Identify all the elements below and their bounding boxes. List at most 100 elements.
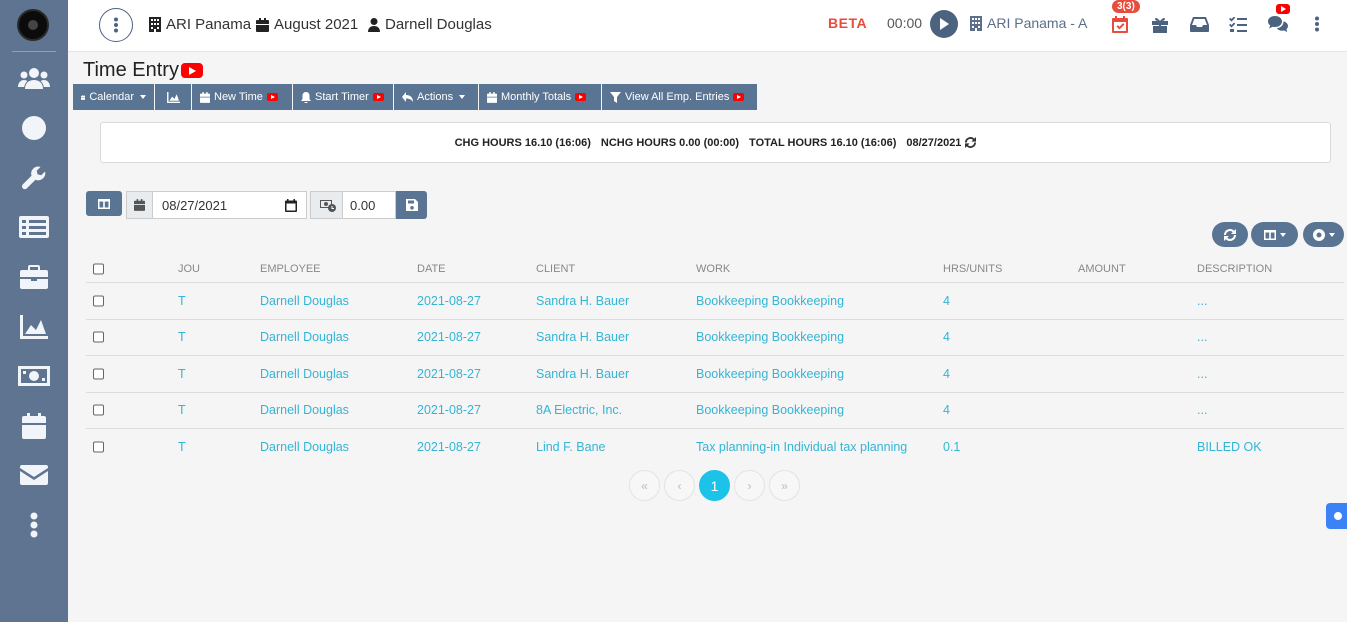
cell-date[interactable]: 2021-08-27 (417, 403, 481, 417)
cell-description[interactable]: BILLED OK (1197, 440, 1262, 454)
sidebar-item-mail[interactable] (0, 457, 68, 493)
cell-jou[interactable]: T (178, 367, 186, 381)
cell-work[interactable]: Tax planning-in Individual tax planning (696, 440, 907, 454)
col-header-description[interactable]: DESCRIPTION (1197, 263, 1272, 275)
more-options-button[interactable] (1305, 12, 1329, 36)
row-checkbox[interactable] (93, 368, 104, 380)
last-page-button[interactable]: » (769, 470, 800, 501)
user-selector[interactable]: Darnell Douglas (368, 16, 492, 33)
view-all-entries-button[interactable]: View All Emp. Entries (602, 84, 757, 110)
column-toggle-button[interactable] (86, 191, 122, 216)
menu-button[interactable] (99, 8, 133, 42)
prev-page-button[interactable]: ‹ (664, 470, 695, 501)
checklist-button[interactable] (1226, 12, 1250, 36)
cell-employee[interactable]: Darnell Douglas (260, 440, 349, 454)
first-page-button[interactable]: « (629, 470, 660, 501)
cell-work[interactable]: Bookkeeping Bookkeeping (696, 403, 844, 417)
cell-employee[interactable]: Darnell Douglas (260, 403, 349, 417)
company-selector[interactable]: ARI Panama (149, 16, 251, 33)
youtube-icon[interactable] (180, 63, 203, 78)
col-header-date[interactable]: DATE (417, 263, 446, 275)
cell-date[interactable]: 2021-08-27 (417, 294, 481, 308)
company-switcher[interactable]: ARI Panama - A (970, 15, 1087, 31)
row-checkbox[interactable] (93, 441, 104, 453)
youtube-icon[interactable] (733, 93, 745, 101)
cell-hrs[interactable]: 4 (943, 367, 950, 381)
cell-date[interactable]: 2021-08-27 (417, 440, 481, 454)
youtube-icon[interactable] (1276, 4, 1290, 14)
chart-button[interactable] (155, 84, 191, 110)
new-time-button[interactable]: New Time (192, 84, 292, 110)
cell-jou[interactable]: T (178, 330, 186, 344)
tasks-button[interactable] (1108, 12, 1132, 36)
sidebar-item-tools[interactable] (0, 160, 68, 196)
col-header-jou[interactable]: JOU (178, 263, 200, 275)
monthly-totals-button[interactable]: Monthly Totals (479, 84, 601, 110)
date-input[interactable]: 08/27/2021 (153, 192, 306, 218)
row-checkbox[interactable] (93, 331, 104, 343)
cell-date[interactable]: 2021-08-27 (417, 367, 481, 381)
cell-employee[interactable]: Darnell Douglas (260, 330, 349, 344)
sidebar-item-users[interactable] (0, 60, 68, 96)
sidebar-item-time[interactable] (0, 110, 68, 146)
cell-hrs[interactable]: 4 (943, 330, 950, 344)
select-all-checkbox[interactable] (93, 263, 104, 275)
cell-work[interactable]: Bookkeeping Bookkeeping (696, 330, 844, 344)
sidebar-item-reports[interactable] (0, 309, 68, 345)
youtube-icon[interactable] (575, 93, 587, 101)
play-timer-button[interactable] (930, 10, 958, 38)
cell-date[interactable]: 2021-08-27 (417, 330, 481, 344)
next-page-button[interactable]: › (734, 470, 765, 501)
cell-employee[interactable]: Darnell Douglas (260, 367, 349, 381)
cell-client[interactable]: Lind F. Bane (536, 440, 606, 454)
sidebar-item-jobs[interactable] (0, 259, 68, 295)
save-button[interactable] (396, 191, 427, 219)
cell-jou[interactable]: T (178, 403, 186, 417)
cell-hrs[interactable]: 4 (943, 294, 950, 308)
start-timer-button[interactable]: Start Timer (293, 84, 393, 110)
sidebar-item-calendar[interactable] (0, 408, 68, 444)
cell-client[interactable]: Sandra H. Bauer (536, 367, 629, 381)
cell-jou[interactable]: T (178, 294, 186, 308)
cell-work[interactable]: Bookkeeping Bookkeeping (696, 367, 844, 381)
inbox-button[interactable] (1187, 12, 1211, 36)
cell-description[interactable]: ... (1197, 294, 1207, 308)
calendar-picker-icon[interactable] (285, 198, 297, 212)
hours-input[interactable]: 0.00 (343, 192, 395, 218)
cell-hrs[interactable]: 4 (943, 403, 950, 417)
cell-client[interactable]: 8A Electric, Inc. (536, 403, 622, 417)
sidebar-item-billing[interactable] (0, 358, 68, 394)
col-header-work[interactable]: WORK (696, 263, 730, 275)
col-header-hrs[interactable]: HRS/UNITS (943, 263, 1002, 275)
cell-description[interactable]: ... (1197, 367, 1207, 381)
feedback-tab[interactable] (1326, 503, 1347, 529)
cell-description[interactable]: ... (1197, 330, 1207, 344)
cell-client[interactable]: Sandra H. Bauer (536, 294, 629, 308)
actions-dropdown-button[interactable]: Actions (394, 84, 478, 110)
app-logo[interactable] (17, 9, 49, 41)
columns-dropdown-button[interactable] (1251, 222, 1298, 247)
cell-work[interactable]: Bookkeeping Bookkeeping (696, 294, 844, 308)
col-header-amount[interactable]: AMOUNT (1078, 263, 1126, 275)
row-checkbox[interactable] (93, 295, 104, 307)
cell-hrs[interactable]: 0.1 (943, 440, 960, 454)
gifts-button[interactable] (1148, 12, 1172, 36)
help-dropdown-button[interactable] (1303, 222, 1344, 247)
cell-jou[interactable]: T (178, 440, 186, 454)
cell-employee[interactable]: Darnell Douglas (260, 294, 349, 308)
calendar-dropdown-button[interactable]: Calendar (73, 84, 154, 110)
col-header-client[interactable]: CLIENT (536, 263, 575, 275)
current-page-button[interactable]: 1 (699, 470, 730, 501)
cell-client[interactable]: Sandra H. Bauer (536, 330, 629, 344)
refresh-icon[interactable] (965, 137, 977, 148)
row-checkbox[interactable] (93, 404, 104, 416)
youtube-icon[interactable] (372, 93, 384, 101)
refresh-table-button[interactable] (1212, 222, 1248, 247)
cell-description[interactable]: ... (1197, 403, 1207, 417)
youtube-icon[interactable] (266, 93, 278, 101)
chat-button[interactable] (1266, 12, 1290, 36)
col-header-employee[interactable]: EMPLOYEE (260, 263, 321, 275)
period-selector[interactable]: August 2021 (256, 16, 358, 33)
sidebar-item-list[interactable] (0, 209, 68, 245)
sidebar-item-more[interactable] (0, 507, 68, 543)
